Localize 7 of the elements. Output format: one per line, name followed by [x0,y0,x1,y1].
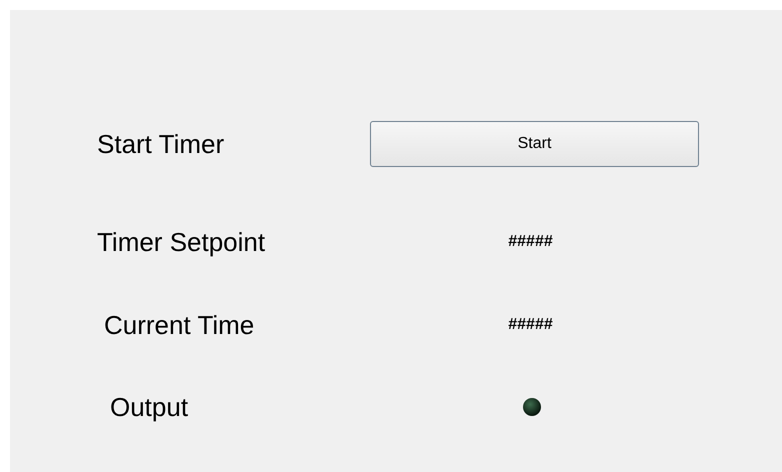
field-label: Current Time [104,310,254,340]
start-button[interactable]: Start [370,121,699,167]
value-display: ##### [508,316,553,334]
value-display: ##### [508,233,553,251]
field-label: Output [110,392,188,422]
field-label: Start Timer [97,128,224,160]
field-label: Timer Setpoint [97,226,266,258]
